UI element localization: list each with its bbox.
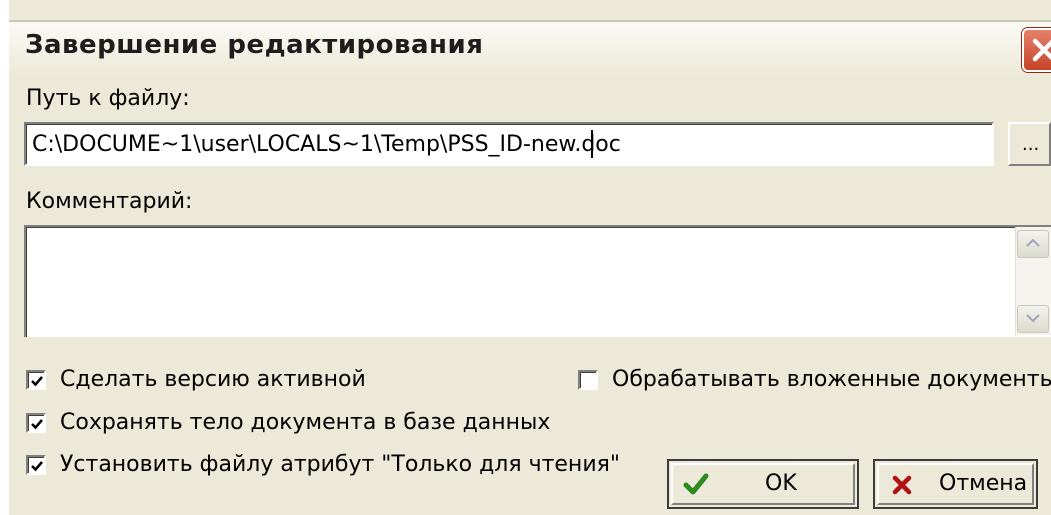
cancel-button-label: Отмена bbox=[939, 471, 1028, 496]
make-active-checkbox[interactable] bbox=[26, 370, 46, 390]
browse-button-label: ... bbox=[1022, 134, 1040, 155]
window-edge bbox=[0, 0, 9, 515]
process-nested-label: Обрабатывать вложенные документы bbox=[612, 367, 1051, 392]
save-body-checkbox[interactable] bbox=[26, 413, 46, 433]
ok-button-label: OK bbox=[765, 471, 797, 496]
make-active-label: Сделать версию активной bbox=[60, 367, 366, 392]
scroll-up-button[interactable] bbox=[1017, 230, 1049, 258]
cancel-button[interactable]: Отмена bbox=[873, 459, 1038, 509]
path-label: Путь к файлу: bbox=[26, 86, 190, 111]
window-title: Завершение редактирования bbox=[25, 30, 484, 60]
read-only-label: Установить файлу атрибут "Только для чте… bbox=[60, 452, 620, 477]
dialog-window: Завершение редактирования Путь к файлу: … bbox=[0, 0, 1051, 515]
ok-button[interactable]: OK bbox=[667, 459, 859, 509]
process-nested-checkbox[interactable] bbox=[578, 370, 598, 390]
comment-textarea[interactable] bbox=[24, 225, 1051, 337]
arrow-down-icon bbox=[1026, 314, 1040, 323]
close-icon bbox=[1032, 38, 1051, 62]
title-bar[interactable]: Завершение редактирования bbox=[9, 20, 1051, 76]
close-button[interactable] bbox=[1022, 28, 1051, 72]
file-path-input[interactable]: C:\DOCUME~1\user\LOCALS~1\Temp\PSS_ID-ne… bbox=[24, 122, 994, 166]
text-caret bbox=[591, 130, 593, 158]
arrow-up-icon bbox=[1026, 238, 1040, 247]
checkmark-icon bbox=[31, 419, 43, 430]
comment-label: Комментарий: bbox=[26, 189, 193, 214]
browse-button[interactable]: ... bbox=[1008, 122, 1051, 166]
checkmark-icon bbox=[31, 376, 43, 387]
save-body-label: Сохранять тело документа в базе данных bbox=[60, 410, 551, 435]
cross-icon bbox=[892, 475, 912, 495]
checkmark-icon bbox=[683, 473, 709, 495]
read-only-checkbox[interactable] bbox=[26, 455, 46, 475]
checkmark-icon bbox=[31, 461, 43, 472]
file-path-value: C:\DOCUME~1\user\LOCALS~1\Temp\PSS_ID-ne… bbox=[32, 132, 621, 157]
scroll-down-button[interactable] bbox=[1017, 305, 1049, 333]
